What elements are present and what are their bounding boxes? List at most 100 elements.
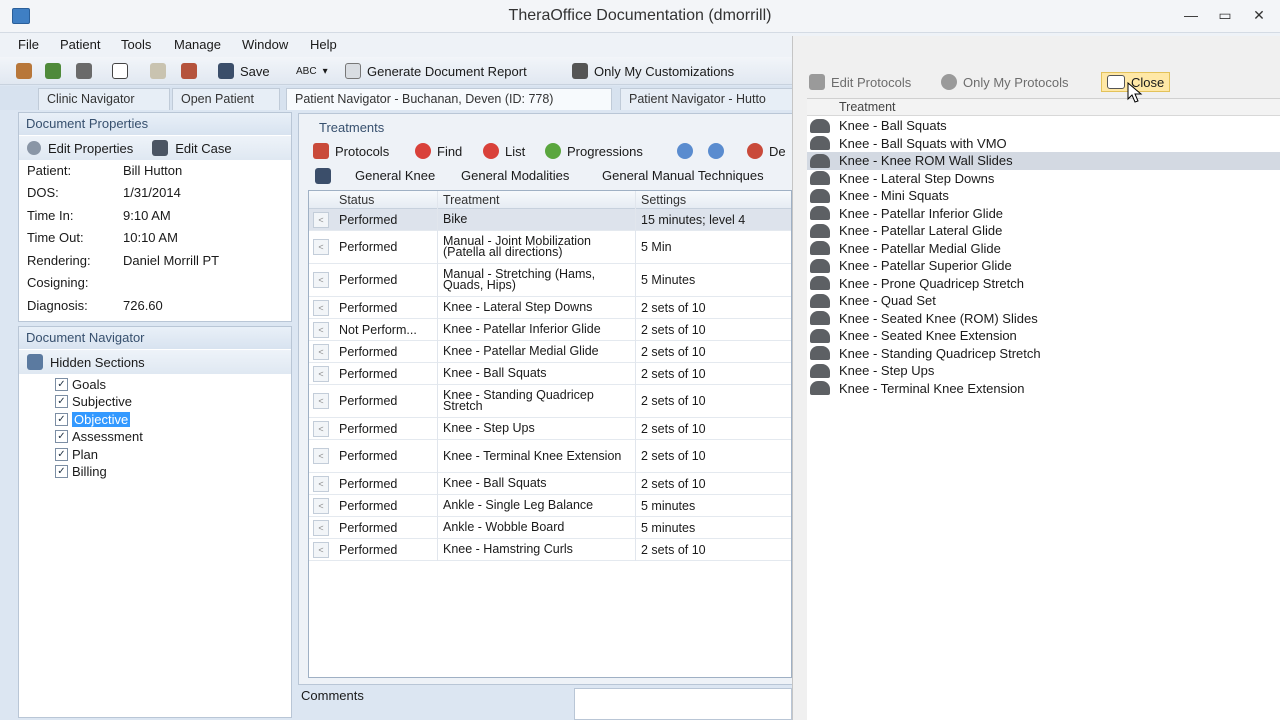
treatment-name[interactable]: Ankle - Wobble Board: [443, 517, 635, 538]
treatment-row[interactable]: < Performed Knee - Ball Squats 2 sets of 10: [309, 363, 791, 385]
section-goals[interactable]: ✓ Goals: [55, 376, 106, 393]
treatment-status[interactable]: Performed: [339, 363, 439, 384]
treatment-status[interactable]: Performed: [339, 264, 439, 296]
column-settings[interactable]: Settings: [641, 193, 686, 207]
row-expand-icon[interactable]: <: [313, 365, 329, 382]
treatment-settings[interactable]: 5 Min: [641, 231, 791, 263]
treatment-row[interactable]: < Performed Bike 15 minutes; level 4: [309, 209, 791, 231]
treatment-name[interactable]: Ankle - Single Leg Balance: [443, 495, 635, 516]
column-protocol-treatment[interactable]: Treatment: [839, 100, 896, 114]
menu-tools[interactable]: Tools: [121, 37, 151, 52]
edit-properties-button[interactable]: Edit Properties: [48, 141, 133, 156]
tab-patient-navigator-hutton[interactable]: Patient Navigator - Hutto: [620, 88, 798, 110]
protocol-treatment-item[interactable]: Knee - Patellar Inferior Glide: [807, 205, 1280, 223]
row-expand-icon[interactable]: <: [313, 211, 329, 228]
column-treatment[interactable]: Treatment: [443, 193, 500, 207]
row-expand-icon[interactable]: <: [313, 343, 329, 360]
menu-patient[interactable]: Patient: [60, 37, 100, 52]
treatment-name[interactable]: Knee - Ball Squats: [443, 473, 635, 494]
protocol-treatment-item[interactable]: Knee - Lateral Step Downs: [807, 170, 1280, 188]
treatment-status[interactable]: Performed: [339, 341, 439, 362]
treatment-row[interactable]: < Performed Ankle - Wobble Board 5 minutes: [309, 517, 791, 539]
edit-protocols-button[interactable]: Edit Protocols: [809, 72, 911, 92]
save-button[interactable]: Save: [218, 61, 270, 81]
protocol-treatment-item[interactable]: Knee - Patellar Lateral Glide: [807, 222, 1280, 240]
tab-patient-navigator-buchanan[interactable]: Patient Navigator - Buchanan, Deven (ID:…: [286, 88, 612, 110]
section-subjective[interactable]: ✓ Subjective: [55, 393, 132, 410]
treatment-status[interactable]: Performed: [339, 539, 439, 560]
category-general-manual-techniques[interactable]: General Manual Techniques: [602, 168, 764, 183]
sign-icon[interactable]: [181, 61, 197, 81]
minimize-button[interactable]: —: [1178, 4, 1204, 26]
generate-report-button[interactable]: Generate Document Report: [345, 61, 527, 81]
treatment-row[interactable]: < Performed Manual - Stretching (Hams, Qua…: [309, 264, 791, 297]
hidden-sections-button[interactable]: Hidden Sections: [50, 355, 145, 370]
treatment-row[interactable]: < Performed Knee - Step Ups 2 sets of 10: [309, 418, 791, 440]
treatment-settings[interactable]: 2 sets of 10: [641, 297, 791, 318]
row-expand-icon[interactable]: <: [313, 393, 329, 409]
row-expand-icon[interactable]: <: [313, 299, 329, 316]
protocol-treatment-item[interactable]: Knee - Seated Knee Extension: [807, 327, 1280, 345]
row-expand-icon[interactable]: <: [313, 272, 329, 288]
maximize-button[interactable]: ▭: [1212, 4, 1238, 26]
protocol-treatment-item[interactable]: Knee - Prone Quadricep Stretch: [807, 275, 1280, 293]
treatment-status[interactable]: Performed: [339, 440, 439, 472]
list-button[interactable]: List: [483, 141, 525, 161]
treatment-status[interactable]: Performed: [339, 209, 439, 230]
find-button[interactable]: Find: [415, 141, 462, 161]
treatment-status[interactable]: Performed: [339, 231, 439, 263]
row-expand-icon[interactable]: <: [313, 475, 329, 492]
close-window-button[interactable]: ✕: [1246, 4, 1272, 26]
treatment-status[interactable]: Not Perform...: [339, 319, 439, 340]
move-up-button[interactable]: [677, 141, 693, 161]
spellcheck-button[interactable]: ABC ▾: [296, 61, 328, 81]
treatment-name[interactable]: Knee - Terminal Knee Extension: [443, 440, 635, 472]
protocol-treatment-item[interactable]: Knee - Quad Set: [807, 292, 1280, 310]
protocol-treatment-item[interactable]: Knee - Patellar Medial Glide: [807, 240, 1280, 258]
row-expand-icon[interactable]: <: [313, 541, 329, 558]
pencil-icon[interactable]: [150, 61, 166, 81]
row-expand-icon[interactable]: <: [313, 448, 329, 464]
protocol-treatment-item[interactable]: Knee - Terminal Knee Extension: [807, 380, 1280, 398]
protocols-button[interactable]: Protocols: [313, 141, 389, 161]
treatment-status[interactable]: Performed: [339, 385, 439, 417]
row-expand-icon[interactable]: <: [313, 420, 329, 437]
protocol-treatment-item[interactable]: Knee - Patellar Superior Glide: [807, 257, 1280, 275]
treatment-settings[interactable]: 2 sets of 10: [641, 473, 791, 494]
protocol-treatment-item[interactable]: Knee - Step Ups: [807, 362, 1280, 380]
column-status[interactable]: Status: [339, 193, 374, 207]
treatment-row[interactable]: < Performed Knee - Hamstring Curls 2 sets o…: [309, 539, 791, 561]
section-plan[interactable]: ✓ Plan: [55, 446, 98, 463]
tab-clinic-navigator[interactable]: Clinic Navigator: [38, 88, 170, 110]
treatment-name[interactable]: Bike: [443, 209, 635, 230]
treatment-row[interactable]: < Performed Knee - Ball Squats 2 sets of 10: [309, 473, 791, 495]
treatment-row[interactable]: < Performed Knee - Terminal Knee Extension…: [309, 440, 791, 473]
treatment-settings[interactable]: 2 sets of 10: [641, 319, 791, 340]
row-expand-icon[interactable]: <: [313, 321, 329, 338]
treatment-settings[interactable]: 5 minutes: [641, 495, 791, 516]
protocol-treatment-item[interactable]: Knee - Ball Squats: [807, 117, 1280, 135]
treatment-name[interactable]: Knee - Patellar Medial Glide: [443, 341, 635, 362]
treatment-name[interactable]: Knee - Step Ups: [443, 418, 635, 439]
section-billing[interactable]: ✓ Billing: [55, 463, 107, 480]
treatment-settings[interactable]: 2 sets of 10: [641, 440, 791, 472]
treatment-settings[interactable]: 2 sets of 10: [641, 385, 791, 417]
move-down-button[interactable]: [708, 141, 724, 161]
progressions-button[interactable]: Progressions: [545, 141, 643, 161]
treatment-settings[interactable]: 2 sets of 10: [641, 341, 791, 362]
subjective-checkbox[interactable]: ✓: [55, 395, 68, 408]
menu-manage[interactable]: Manage: [174, 37, 221, 52]
treatment-status[interactable]: Performed: [339, 517, 439, 538]
document-icon[interactable]: [112, 61, 128, 81]
protocol-treatment-item[interactable]: Knee - Seated Knee (ROM) Slides: [807, 310, 1280, 328]
treatment-name[interactable]: Knee - Standing Quadricep Stretch: [443, 385, 635, 417]
category-general-knee[interactable]: General Knee: [355, 168, 435, 183]
treatment-name[interactable]: Knee - Ball Squats: [443, 363, 635, 384]
protocol-treatment-item[interactable]: Knee - Mini Squats: [807, 187, 1280, 205]
row-expand-icon[interactable]: <: [313, 239, 329, 255]
row-expand-icon[interactable]: <: [313, 519, 329, 536]
treatment-settings[interactable]: 2 sets of 10: [641, 418, 791, 439]
menu-file[interactable]: File: [18, 37, 39, 52]
treatment-settings[interactable]: 15 minutes; level 4: [641, 209, 791, 230]
treatment-name[interactable]: Manual - Joint Mobilization (Patella all…: [443, 231, 635, 263]
